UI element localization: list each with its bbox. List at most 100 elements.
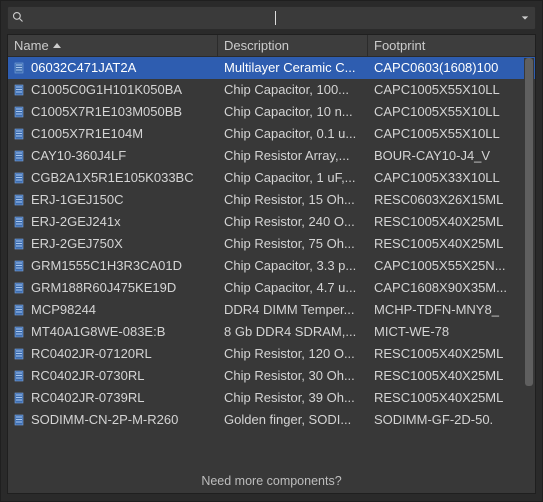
cell-footprint: CAPC1608X90X35M... [368,280,535,295]
column-header-description[interactable]: Description [218,35,368,56]
cell-name-text: 06032C471JAT2A [31,60,136,75]
table-row[interactable]: GRM1555C1H3R3CA01D Chip Capacitor, 3.3 p.… [8,255,535,277]
cell-name-text: SODIMM-CN-2P-M-R260 [31,412,178,427]
cell-name-text: RC0402JR-0730RL [31,368,144,383]
cell-footprint: CAPC1005X55X10LL [368,126,535,141]
component-icon [12,303,26,317]
table-row[interactable]: RC0402JR-0739RLChip Resistor, 39 Oh...RE… [8,387,535,409]
component-icon [12,325,26,339]
cell-name-text: C1005C0G1H101K050BA [31,82,182,97]
cell-name: GRM1555C1H3R3CA01D [8,258,218,273]
cell-description: Chip Capacitor, 1 uF,... [218,170,368,185]
cell-name-text: ERJ-2GEJ750X [31,236,123,251]
component-icon [12,347,26,361]
cell-footprint: RESC1005X40X25ML [368,346,535,361]
cell-footprint: CAPC1005X55X25N... [368,258,535,273]
cell-name: CGB2A1X5R1E105K033BC [8,170,218,185]
cell-name: C1005X7R1E103M050BB [8,104,218,119]
table-row[interactable]: RC0402JR-0730RLChip Resistor, 30 Oh...RE… [8,365,535,387]
component-icon [12,237,26,251]
cell-description: Golden finger, SODI... [218,412,368,427]
cell-description: Chip Capacitor, 100... [218,82,368,97]
cell-footprint: MICT-WE-78 [368,324,535,339]
table-row[interactable]: CGB2A1X5R1E105K033BC Chip Capacitor, 1 uF… [8,167,535,189]
search-icon [8,11,28,26]
cell-name-text: RC0402JR-07120RL [31,346,152,361]
table-header: Name Description Footprint [8,35,535,57]
cell-description: Chip Resistor, 30 Oh... [218,368,368,383]
cell-name-text: GRM188R60J475KE19D [31,280,176,295]
table-row[interactable]: C1005X7R1E104M Chip Capacitor, 0.1 u...CA… [8,123,535,145]
cell-footprint: MCHP-TDFN-MNY8_ [368,302,535,317]
cell-description: Chip Resistor, 240 O... [218,214,368,229]
cell-description: DDR4 DIMM Temper... [218,302,368,317]
sort-ascending-icon [53,43,61,48]
cell-name: RC0402JR-0739RL [8,390,218,405]
table-row[interactable]: MCP98244DDR4 DIMM Temper...MCHP-TDFN-MNY… [8,299,535,321]
cell-name: ERJ-1GEJ150C [8,192,218,207]
cell-description: Multilayer Ceramic C... [218,60,368,75]
component-icon [12,193,26,207]
cell-name-text: C1005X7R1E103M050BB [31,104,182,119]
table-row[interactable]: C1005X7R1E103M050BB Chip Capacitor, 10 n.… [8,101,535,123]
component-icon [12,149,26,163]
column-header-description-label: Description [224,38,289,53]
cell-name: GRM188R60J475KE19D [8,280,218,295]
cell-name-text: CGB2A1X5R1E105K033BC [31,170,194,185]
column-header-name[interactable]: Name [8,35,218,56]
search-bar[interactable] [7,6,536,30]
cell-name-text: CAY10-360J4LF [31,148,126,163]
cell-name: CAY10-360J4LF [8,148,218,163]
text-cursor [275,11,276,25]
table-row[interactable]: ERJ-1GEJ150CChip Resistor, 15 Oh...RESC0… [8,189,535,211]
table-row[interactable]: CAY10-360J4LF Chip Resistor Array,...BOUR… [8,145,535,167]
cell-footprint: RESC1005X40X25ML [368,390,535,405]
component-icon [12,413,26,427]
need-more-components-label: Need more components? [201,474,341,488]
cell-description: Chip Capacitor, 4.7 u... [218,280,368,295]
component-icon [12,105,26,119]
cell-footprint: RESC1005X40X25ML [368,236,535,251]
cell-name: ERJ-2GEJ241x [8,214,218,229]
cell-footprint: RESC0603X26X15ML [368,192,535,207]
cell-name-text: C1005X7R1E104M [31,126,143,141]
cell-description: Chip Capacitor, 0.1 u... [218,126,368,141]
cell-name-text: GRM1555C1H3R3CA01D [31,258,182,273]
cell-name: SODIMM-CN-2P-M-R260 [8,412,218,427]
component-icon [12,83,26,97]
column-header-name-label: Name [14,38,49,53]
table-row[interactable]: 06032C471JAT2A Multilayer Ceramic C...CAP… [8,57,535,79]
cell-name: RC0402JR-07120RL [8,346,218,361]
column-header-footprint[interactable]: Footprint [368,35,535,56]
cell-description: Chip Resistor, 120 O... [218,346,368,361]
table-row[interactable]: MT40A1G8WE-083E:B 8 Gb DDR4 SDRAM,...MICT… [8,321,535,343]
scrollbar-thumb[interactable] [525,58,533,386]
need-more-components-link[interactable]: Need more components? [8,469,535,493]
table-row[interactable]: C1005C0G1H101K050BA Chip Capacitor, 100..… [8,79,535,101]
component-list-panel: Name Description Footprint 06032C471JAT2… [7,34,536,494]
table-row[interactable]: RC0402JR-07120RL Chip Resistor, 120 O...R… [8,343,535,365]
cell-footprint: CAPC0603(1608)100 [368,60,535,75]
component-icon [12,281,26,295]
cell-name: C1005C0G1H101K050BA [8,82,218,97]
cell-description: Chip Resistor Array,... [218,148,368,163]
table-row[interactable]: ERJ-2GEJ241xChip Resistor, 240 O...RESC1… [8,211,535,233]
cell-description: Chip Capacitor, 10 n... [218,104,368,119]
vertical-scrollbar[interactable] [524,58,534,468]
cell-name-text: MT40A1G8WE-083E:B [31,324,165,339]
cell-description: 8 Gb DDR4 SDRAM,... [218,324,368,339]
cell-name-text: ERJ-1GEJ150C [31,192,123,207]
search-dropdown-toggle[interactable] [521,13,535,23]
component-icon [12,391,26,405]
search-input[interactable] [28,7,274,29]
cell-name: 06032C471JAT2A [8,60,218,75]
component-icon [12,259,26,273]
table-row[interactable]: GRM188R60J475KE19D Chip Capacitor, 4.7 u.… [8,277,535,299]
table-body: 06032C471JAT2AMultilayer Ceramic C...CAP… [8,57,535,469]
table-row[interactable]: SODIMM-CN-2P-M-R260 Golden finger, SODI..… [8,409,535,431]
cell-footprint: CAPC1005X55X10LL [368,104,535,119]
cell-footprint: BOUR-CAY10-J4_V [368,148,535,163]
table-row[interactable]: ERJ-2GEJ750XChip Resistor, 75 Oh...RESC1… [8,233,535,255]
cell-footprint: RESC1005X40X25ML [368,214,535,229]
cell-description: Chip Capacitor, 3.3 p... [218,258,368,273]
